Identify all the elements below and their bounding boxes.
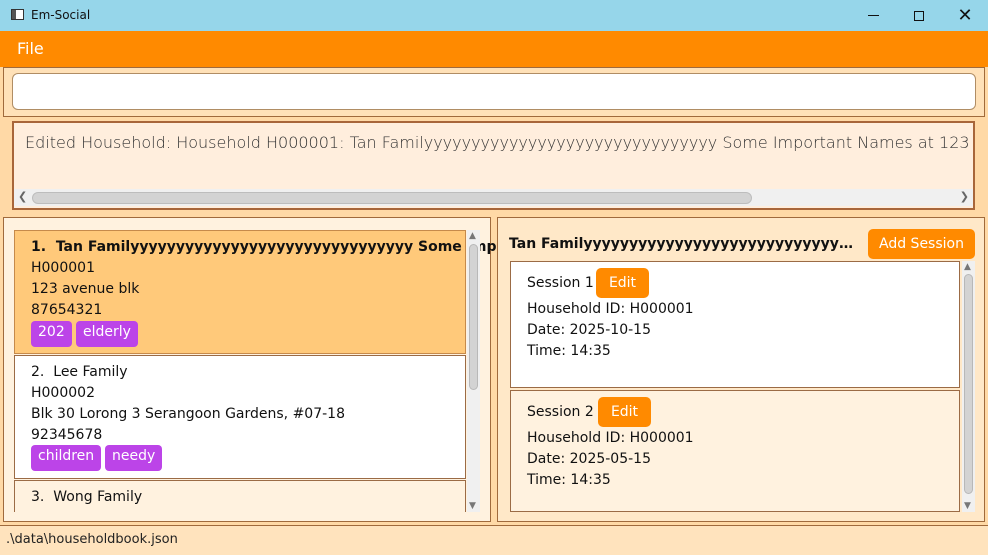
household-name: 3. Wong Family: [31, 489, 143, 505]
household-card[interactable]: 1. Tan Familyyyyyyyyyyyyyyyyyyyyyyyyyyyy…: [14, 230, 545, 354]
result-text: Edited Household: Household H000001: Tan…: [25, 133, 973, 152]
session-title: Session 2: [527, 404, 594, 420]
tag-badge: 202: [31, 321, 72, 347]
scroll-up-icon[interactable]: ▲: [964, 262, 971, 272]
tag-badge: needy: [105, 445, 163, 471]
command-input[interactable]: [12, 73, 976, 110]
session-time: Time: 14:35: [527, 343, 611, 359]
household-phone: 92345678: [31, 427, 103, 443]
scroll-down-icon[interactable]: ▼: [964, 501, 971, 511]
minimize-button[interactable]: [850, 0, 896, 31]
household-address: Blk 30 Lorong 3 Serangoon Gardens, #07-1…: [31, 406, 345, 422]
edit-session-button[interactable]: Edit: [596, 268, 649, 298]
household-address: 123 avenue blk: [31, 281, 140, 297]
scroll-right-icon[interactable]: ❯: [960, 190, 969, 203]
session-date: Date: 2025-10-15: [527, 322, 651, 338]
household-id: H000001: [31, 260, 95, 276]
edit-session-button[interactable]: Edit: [598, 397, 651, 427]
scrollbar-thumb[interactable]: [469, 244, 478, 390]
session-title: Session 1: [527, 275, 594, 291]
household-card[interactable]: 3. Wong Family: [14, 480, 466, 512]
window-title: Em-Social: [31, 8, 91, 22]
scroll-up-icon[interactable]: ▲: [469, 231, 476, 241]
menu-bar: File: [0, 31, 988, 67]
result-display: Edited Household: Household H000001: Tan…: [12, 121, 975, 210]
menu-file[interactable]: File: [17, 39, 44, 58]
close-button[interactable]: ✕: [942, 0, 988, 31]
scrollbar-thumb[interactable]: [964, 274, 973, 494]
household-list-panel: 1. Tan Familyyyyyyyyyyyyyyyyyyyyyyyyyyyy…: [3, 217, 545, 522]
household-id: H000002: [31, 385, 95, 401]
session-time: Time: 14:35: [527, 472, 611, 488]
sessions-panel: Tan Familyyyyyyyyyyyyyyyyyyyyyyyyyyyyyyy…: [497, 217, 985, 522]
scroll-down-icon[interactable]: ▼: [469, 501, 476, 511]
tag-badge: elderly: [76, 321, 138, 347]
session-card[interactable]: Session 1 Edit Household ID: H000001 Dat…: [510, 261, 960, 388]
session-household-id: Household ID: H000001: [527, 430, 694, 446]
add-session-button[interactable]: Add Session: [868, 229, 975, 259]
close-icon: ✕: [957, 4, 973, 26]
scroll-left-icon[interactable]: ❮: [18, 190, 27, 203]
title-bar: Em-Social ✕: [0, 0, 988, 31]
session-household-id: Household ID: H000001: [527, 301, 694, 317]
status-bar: .\data\householdbook.json: [0, 525, 988, 555]
household-card[interactable]: 2. Lee Family H000002 Blk 30 Lorong 3 Se…: [14, 355, 466, 479]
scrollbar-thumb[interactable]: [32, 192, 752, 204]
sessions-header: Tan Familyyyyyyyyyyyyyyyyyyyyyyyyyyyyyyy…: [509, 236, 854, 252]
session-date: Date: 2025-05-15: [527, 451, 651, 467]
minimize-icon: [867, 15, 879, 16]
household-name: 2. Lee Family: [31, 364, 128, 380]
horizontal-scrollbar[interactable]: ❮ ❯: [14, 189, 973, 206]
command-box: [3, 67, 985, 117]
tag-badge: children: [31, 445, 102, 471]
app-icon: [11, 9, 24, 20]
sessions-scrollbar[interactable]: ▲ ▼: [962, 261, 975, 512]
save-location: .\data\householdbook.json: [6, 532, 178, 547]
maximize-button[interactable]: [896, 0, 942, 31]
maximize-icon: [914, 10, 924, 21]
household-phone: 87654321: [31, 302, 103, 318]
session-card[interactable]: Session 2 Edit Household ID: H000001 Dat…: [510, 390, 960, 512]
household-list-scrollbar[interactable]: ▲ ▼: [467, 230, 480, 512]
